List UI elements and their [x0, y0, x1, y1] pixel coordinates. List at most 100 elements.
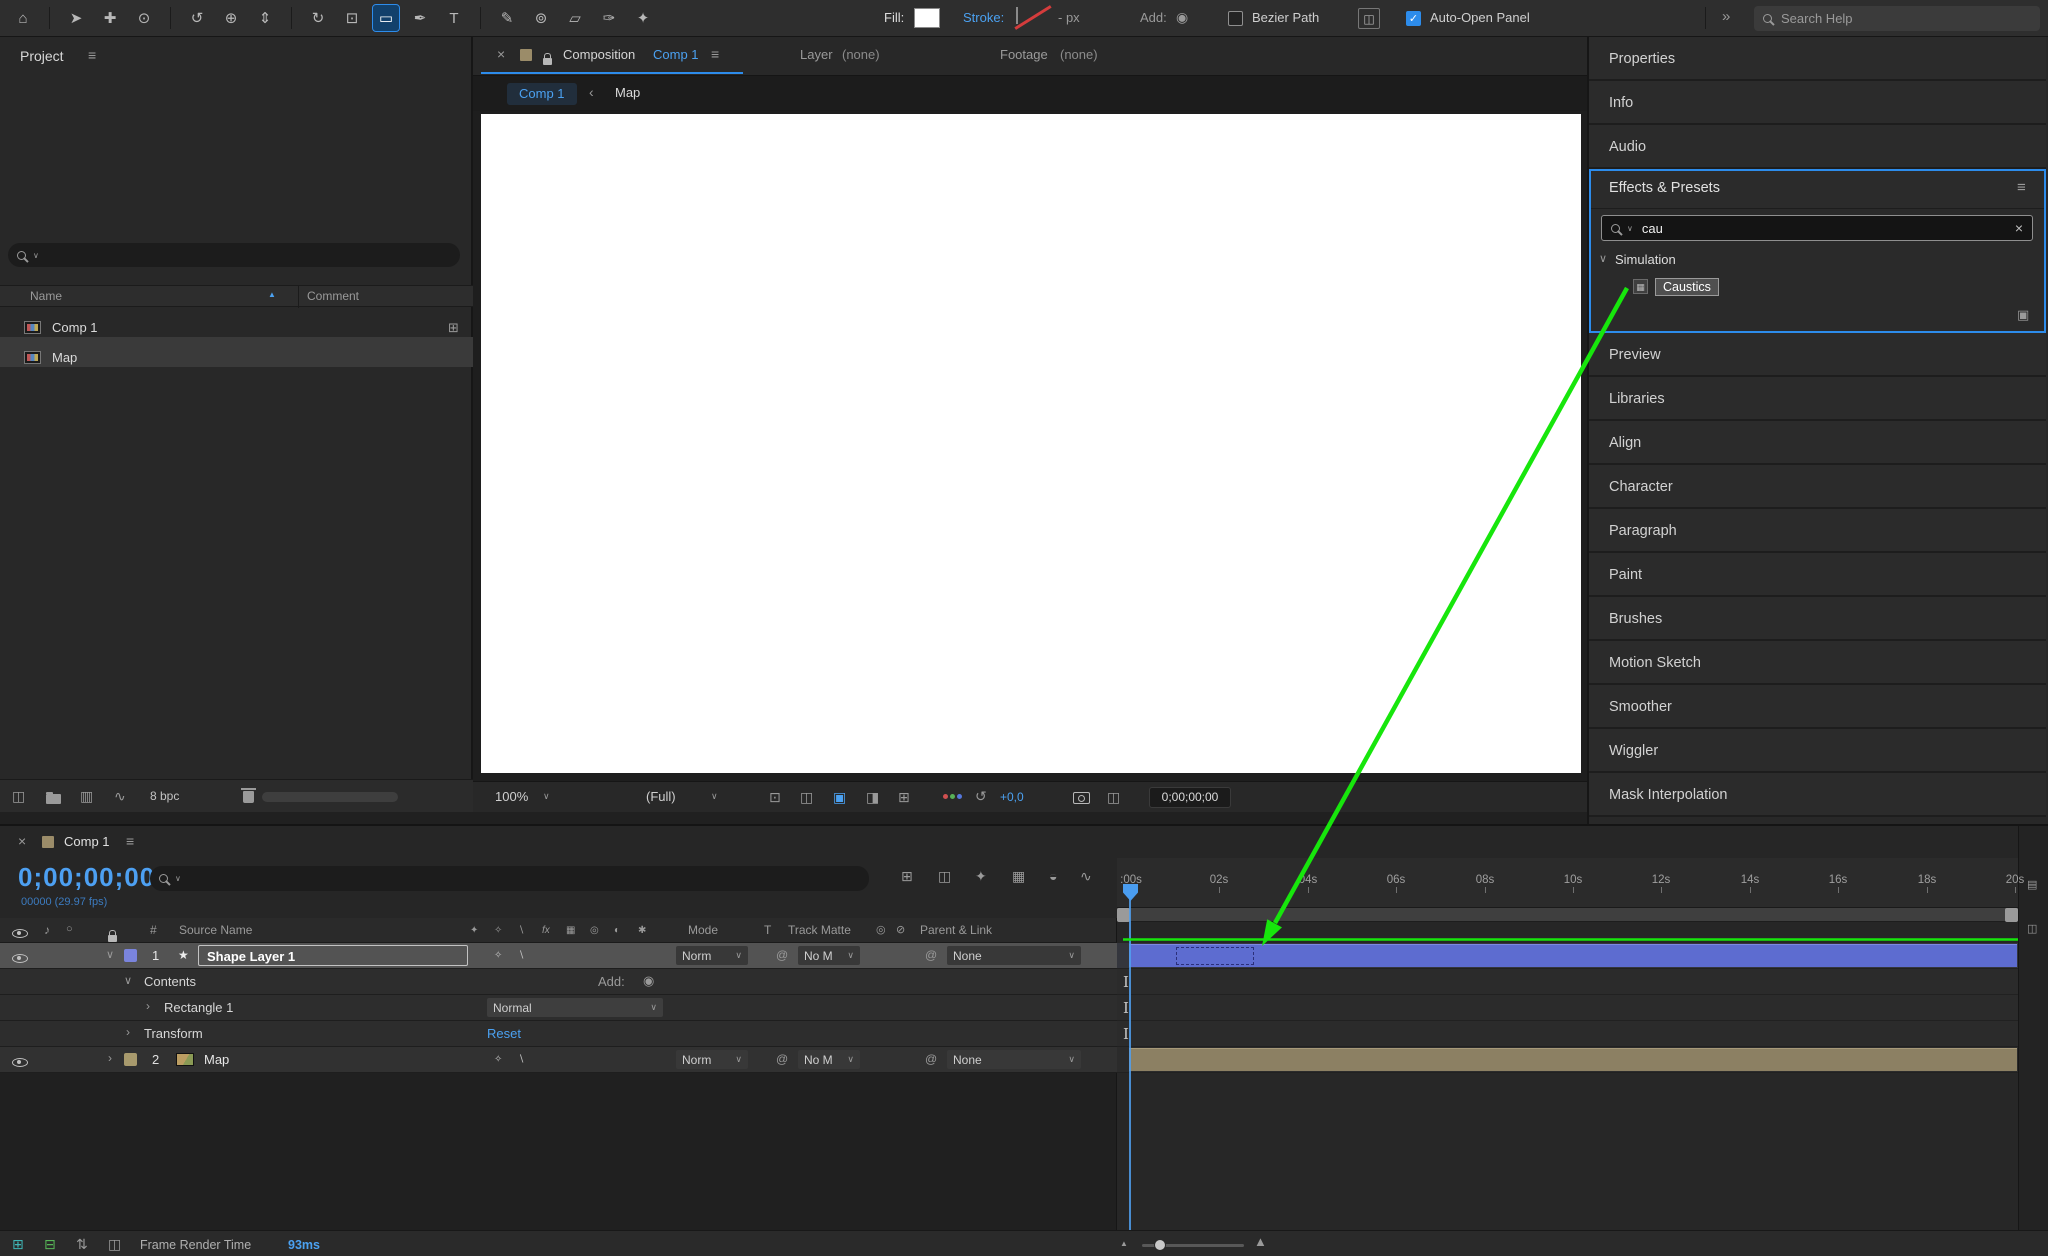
layer-color-swatch[interactable]: [124, 1053, 137, 1066]
brush-tool[interactable]: ✎: [494, 5, 520, 31]
panel-header-properties[interactable]: Properties: [1589, 37, 2046, 81]
eye-icon[interactable]: [12, 954, 28, 963]
type-tool[interactable]: T: [441, 5, 467, 31]
rect-tool[interactable]: ▭: [372, 4, 400, 32]
show-snapshot-icon[interactable]: ◫: [1107, 789, 1120, 806]
project-search-input[interactable]: [45, 246, 451, 264]
zoom-out-mountain-icon[interactable]: ▲: [1120, 1239, 1128, 1248]
sort-ascending-icon[interactable]: ▲: [268, 290, 276, 299]
panel-header-wiggler[interactable]: Wiggler: [1589, 729, 2046, 773]
new-folder-icon[interactable]: [46, 791, 61, 804]
blend-mode-dropdown[interactable]: Norm ∨: [676, 1050, 748, 1069]
help-search-field[interactable]: [1754, 6, 2040, 31]
expand-chevron-icon[interactable]: ∨: [124, 974, 132, 987]
layer-row-map[interactable]: › 2 Map ✧ ∖ Norm ∨ @ No M ∨ @ None ∨: [0, 1047, 1117, 1073]
panel-header-info[interactable]: Info: [1589, 81, 2046, 125]
stroke-swatch[interactable]: [1016, 7, 1018, 24]
name-column-header[interactable]: Name: [30, 289, 62, 303]
interpret-footage-icon[interactable]: ∿: [114, 788, 126, 805]
collapse-switch-icon[interactable]: ✧: [494, 950, 502, 961]
panel-header-smoother[interactable]: Smoother: [1589, 685, 2046, 729]
home-icon[interactable]: ⌂: [10, 5, 36, 31]
horizontal-scrollbar[interactable]: [262, 792, 398, 802]
timeline-tab-label[interactable]: Comp 1: [64, 834, 110, 849]
project-row-comp1[interactable]: Comp 1 ⊞: [0, 307, 473, 337]
panel-header-preview[interactable]: Preview: [1589, 333, 2046, 377]
layer-name-field[interactable]: Shape Layer 1: [198, 945, 468, 966]
collapsed-chevron-icon[interactable]: ›: [126, 1025, 130, 1039]
parent-dropdown[interactable]: None ∨: [947, 1050, 1081, 1069]
pan-camera-tool[interactable]: ⊕: [218, 5, 244, 31]
eraser-tool[interactable]: ▱: [562, 5, 588, 31]
draft-3d-icon[interactable]: ◫: [938, 868, 951, 885]
auto-open-checkbox[interactable]: ✓: [1406, 11, 1421, 26]
frame-blending-icon[interactable]: ▦: [1012, 868, 1025, 885]
rectangle-blend-mode-dropdown[interactable]: Normal ∨: [487, 998, 663, 1017]
rectangle-label[interactable]: Rectangle 1: [164, 1000, 233, 1015]
eye-icon[interactable]: [12, 1058, 28, 1067]
composition-tab-target[interactable]: Comp 1: [653, 47, 699, 62]
motion-blur-icon[interactable]: ◒: [1049, 868, 1057, 884]
dolly-camera-tool[interactable]: ⇕: [252, 5, 278, 31]
parent-link-column-header[interactable]: Parent & Link: [920, 923, 992, 937]
quality-switch-icon[interactable]: ∖: [518, 950, 524, 961]
resolution-caret-icon[interactable]: ∨: [711, 791, 718, 802]
add-shape-icon[interactable]: ◉: [643, 973, 654, 989]
blend-mode-dropdown[interactable]: Norm ∨: [676, 946, 748, 965]
current-timecode[interactable]: 0;00;00;00: [18, 862, 155, 893]
effects-search-input[interactable]: [1639, 219, 2008, 237]
project-row-map[interactable]: Map: [0, 337, 473, 367]
hand-tool[interactable]: ✚: [97, 5, 123, 31]
expand-transfer-controls-icon[interactable]: ⊟: [44, 1236, 56, 1253]
playhead-line[interactable]: [1129, 886, 1131, 1230]
source-name-column-header[interactable]: Source Name: [179, 923, 252, 937]
transparency-grid-icon[interactable]: ◫: [800, 789, 813, 806]
expand-inout-icon[interactable]: ⇅: [76, 1236, 88, 1253]
panel-header-paragraph[interactable]: Paragraph: [1589, 509, 2046, 553]
help-search-input[interactable]: [1779, 10, 2031, 27]
mask-visibility-icon[interactable]: ▣: [833, 789, 846, 806]
zoom-slider-handle[interactable]: [1154, 1239, 1166, 1251]
matte-pickwhip-icon[interactable]: @: [776, 1052, 788, 1066]
clone-stamp-tool[interactable]: ⊚: [528, 5, 554, 31]
snapshot-camera-icon[interactable]: [1073, 792, 1090, 804]
comment-column-header[interactable]: Comment: [307, 289, 359, 303]
project-menu-icon[interactable]: ≡: [88, 47, 96, 63]
breadcrumb-comp[interactable]: Comp 1: [507, 83, 577, 105]
comp-button-icon[interactable]: ◫: [2027, 922, 2037, 935]
effects-group-row[interactable]: ∨ Simulation: [1589, 247, 2046, 275]
bpc-indicator[interactable]: 8 bpc: [150, 789, 179, 803]
bezier-path-checkbox[interactable]: [1228, 11, 1243, 26]
timeline-search-field[interactable]: ∨: [150, 866, 869, 891]
composition-tab-label[interactable]: Composition: [563, 47, 635, 62]
reset-exposure-icon[interactable]: ↺: [975, 788, 987, 805]
viewer-timecode[interactable]: 0;00;00;00: [1149, 787, 1231, 808]
quality-switch-icon[interactable]: ∖: [518, 1054, 524, 1065]
timeline-menu-icon[interactable]: ≡: [126, 833, 134, 849]
viewer-menu-icon[interactable]: ≡: [711, 46, 719, 62]
panel-grid-icon[interactable]: ◫: [12, 788, 25, 805]
parent-pickwhip-icon[interactable]: @: [925, 948, 937, 962]
layer-bar-map[interactable]: [1129, 1048, 2017, 1071]
parent-dropdown[interactable]: None ∨: [947, 946, 1081, 965]
roto-brush-tool[interactable]: ✑: [596, 5, 622, 31]
panel-header-audio[interactable]: Audio: [1589, 125, 2046, 169]
layer-bar-shape-layer-1[interactable]: [1129, 944, 2017, 967]
composition-canvas[interactable]: [481, 114, 1581, 773]
playhead-marker[interactable]: [1123, 884, 1138, 901]
safe-zones-icon[interactable]: ⊞: [898, 789, 910, 806]
effects-search-field[interactable]: ∨ ×: [1601, 215, 2033, 241]
hide-shy-icon[interactable]: ✦: [975, 868, 987, 885]
panel-header-motion-sketch[interactable]: Motion Sketch: [1589, 641, 2046, 685]
effects-group-label[interactable]: Simulation: [1615, 252, 1676, 267]
time-ruler[interactable]: :00s 02s 04s 06s 08s 10s 12s 14s 16s 18s…: [1117, 858, 2024, 908]
new-comp-icon[interactable]: ▥: [80, 788, 93, 805]
panel-header-paint[interactable]: Paint: [1589, 553, 2046, 597]
workspace-icon[interactable]: ◫: [1358, 8, 1380, 29]
zoom-in-mountain-icon[interactable]: ▲: [1254, 1234, 1267, 1249]
effect-result-chip[interactable]: Caustics: [1655, 278, 1719, 296]
layer-name[interactable]: Shape Layer 1: [207, 949, 295, 964]
track-matte-dropdown[interactable]: No M ∨: [798, 946, 860, 965]
panel-header-mask-interpolation[interactable]: Mask Interpolation: [1589, 773, 2046, 817]
selection-tool[interactable]: ➤: [63, 5, 89, 31]
